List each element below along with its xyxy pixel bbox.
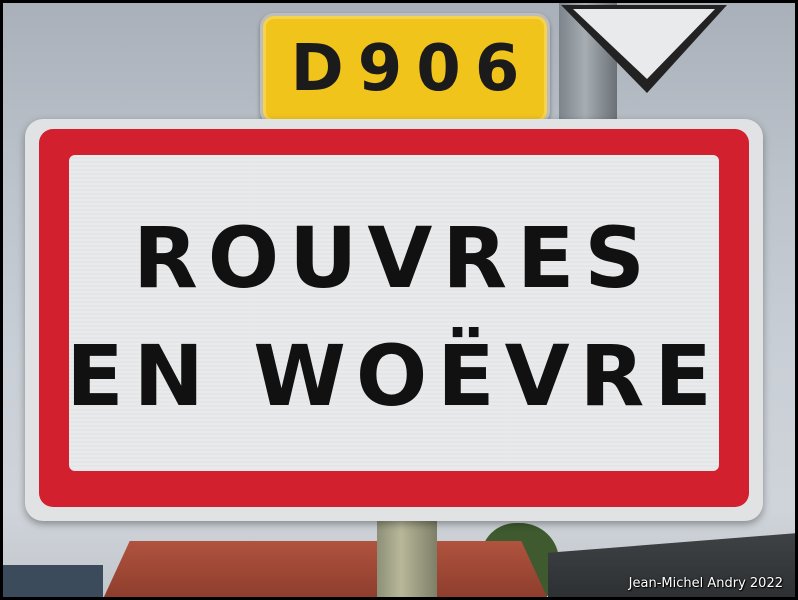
- road-number-plate: D906: [260, 13, 550, 125]
- building-left: [3, 565, 103, 597]
- yield-sign: [561, 5, 727, 93]
- photograph: D906 ROUVRES EN WOËVRE Jean-Michel Andry…: [3, 3, 795, 597]
- sign-red-border: [39, 129, 749, 507]
- red-tile-roof: [103, 541, 548, 597]
- photo-credit: Jean-Michel Andry 2022: [628, 576, 783, 591]
- town-name-line-1: ROUVRES: [133, 209, 655, 307]
- town-entry-sign: ROUVRES EN WOËVRE: [25, 119, 763, 521]
- road-number-text: D906: [290, 32, 534, 106]
- photo-frame: D906 ROUVRES EN WOËVRE Jean-Michel Andry…: [0, 0, 798, 600]
- town-name-line-2: EN WOËVRE: [66, 327, 722, 425]
